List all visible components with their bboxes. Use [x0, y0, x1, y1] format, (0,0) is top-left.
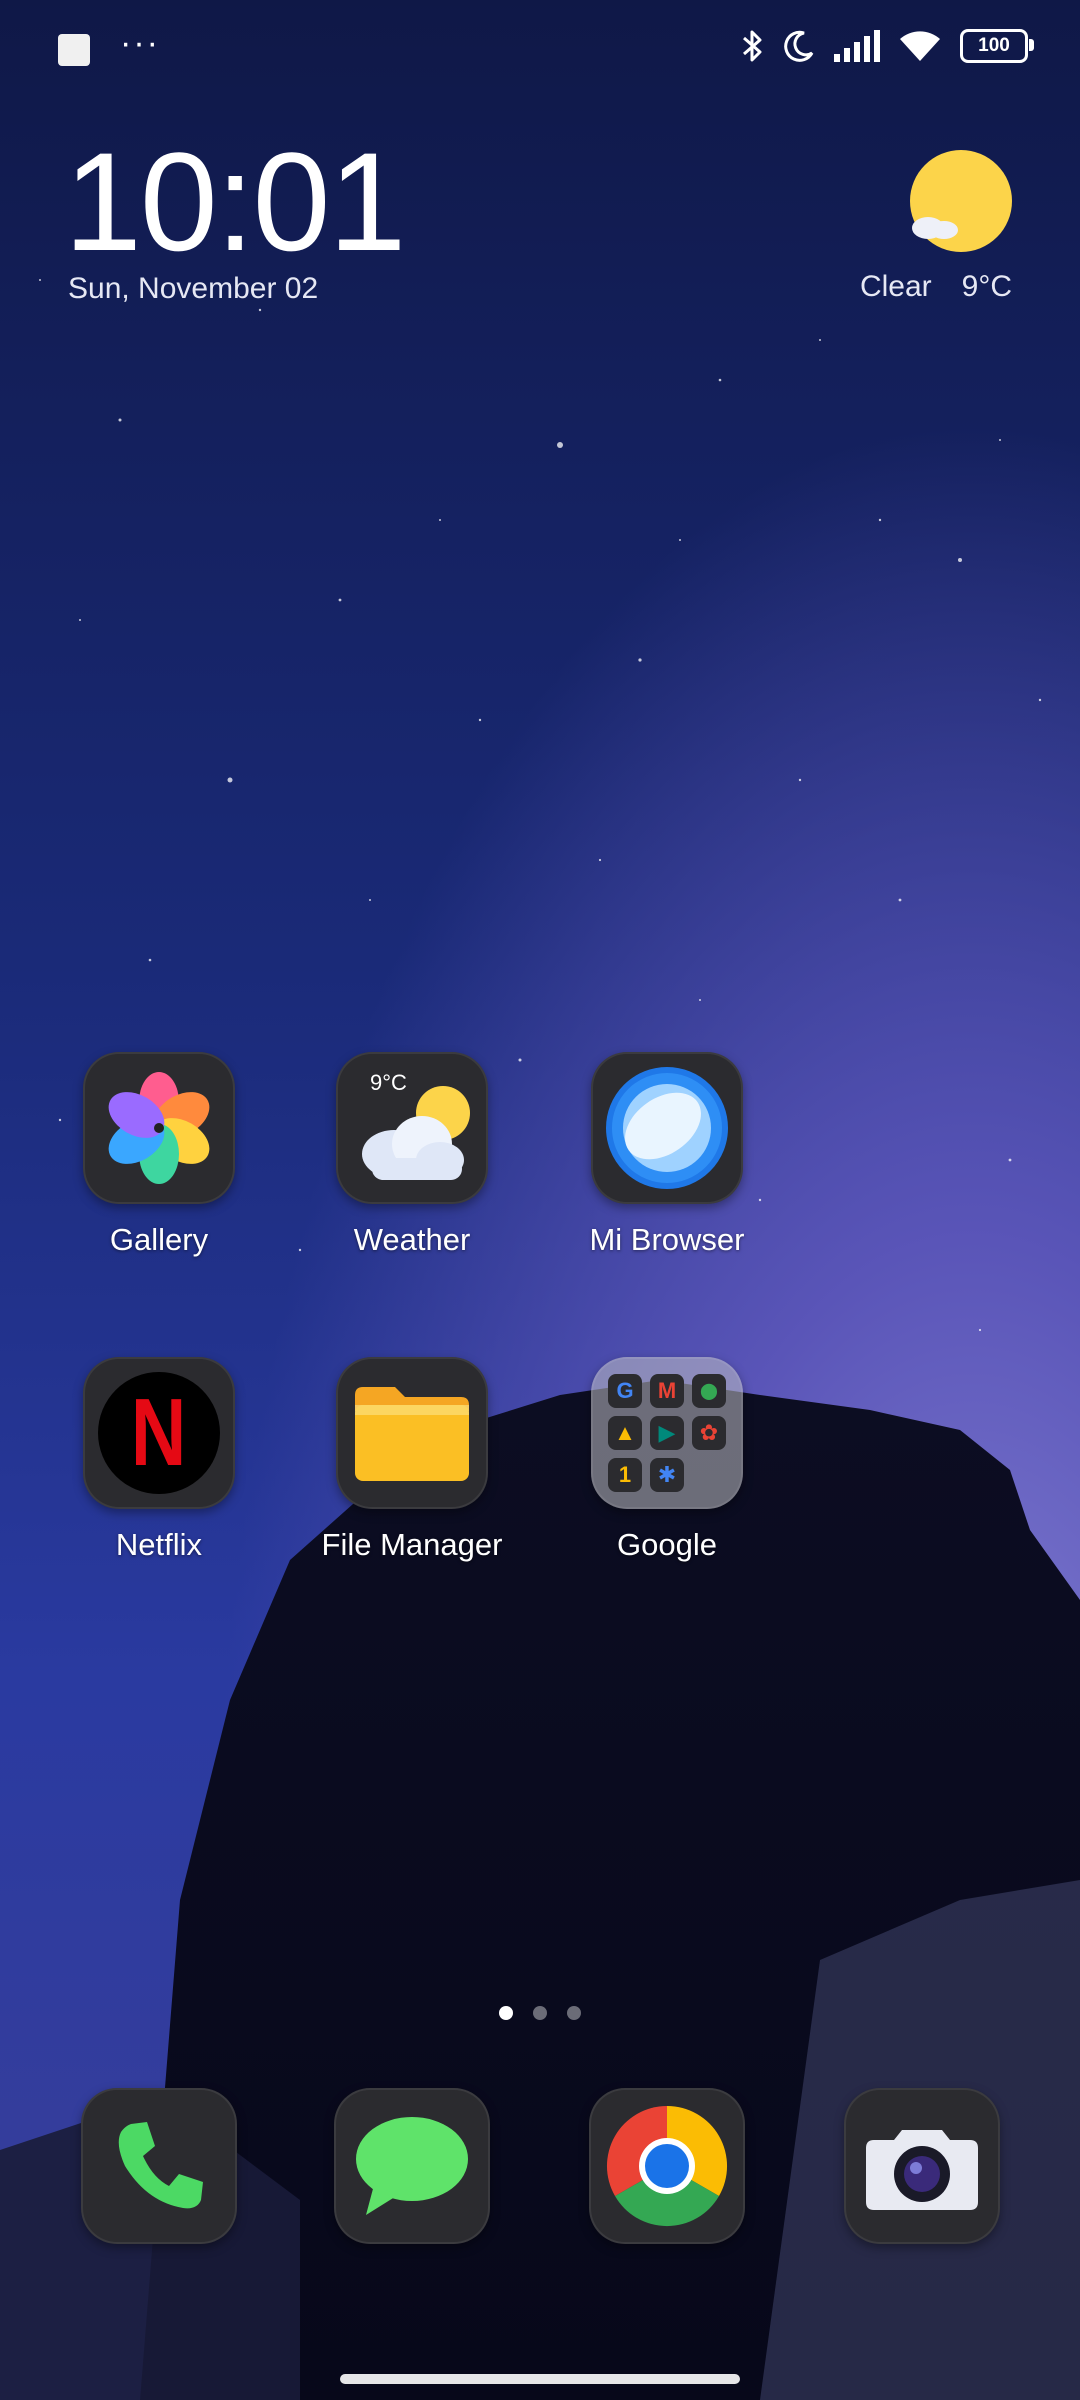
netflix-glyph: N [131, 1379, 187, 1486]
app-weather[interactable]: 9°C Weather [292, 1052, 532, 1258]
app-label: Netflix [115, 1527, 203, 1562]
app-gallery[interactable]: Gallery [39, 1052, 279, 1258]
app-label: Gallery [109, 1222, 209, 1257]
one-icon: 1 [608, 1458, 642, 1492]
weather-cloud-sun-icon: 9°C [336, 1052, 488, 1204]
folder-icon [336, 1357, 488, 1509]
weather-icon-badge: 9°C [370, 1070, 407, 1095]
more-dots-icon: ··· [120, 24, 160, 62]
app-label: Mi Browser [589, 1222, 745, 1257]
app-mi-browser[interactable]: Mi Browser [547, 1052, 787, 1258]
dock-chrome[interactable] [589, 2088, 745, 2244]
moon-icon [784, 30, 814, 62]
wifi-icon [900, 31, 940, 61]
drive-icon: ▲ [608, 1416, 642, 1450]
app-label: File Manager [321, 1527, 503, 1562]
app-label: Google [617, 1527, 717, 1562]
gallery-pinwheel-icon [83, 1052, 235, 1204]
dock-phone[interactable] [81, 2088, 237, 2244]
weather-condition: Clear [859, 270, 932, 303]
dock-messages[interactable] [334, 2088, 490, 2244]
browser-planet-icon [591, 1052, 743, 1204]
notification-square-icon [58, 34, 90, 66]
gmail-icon: M [650, 1374, 684, 1408]
battery-level: 100 [978, 35, 1010, 56]
app-file-manager[interactable]: File Manager [292, 1357, 532, 1563]
bluetooth-icon [743, 30, 762, 62]
clock-time[interactable]: 10:01 [64, 132, 406, 272]
app-label: Weather [353, 1222, 471, 1257]
photos-icon: ✿ [692, 1416, 726, 1450]
weather-cloud-icon [912, 217, 958, 239]
clock-date[interactable]: Sun, November 02 [68, 272, 318, 306]
battery-icon: 100 [960, 29, 1034, 63]
netflix-n-icon: N [83, 1357, 235, 1509]
phone-icon [81, 2088, 237, 2244]
weather-widget-text[interactable]: Clear 9°C [860, 270, 1012, 304]
message-bubble-icon [334, 2088, 490, 2244]
signal-icon [834, 30, 880, 62]
status-bar: ··· 100 [0, 0, 1080, 100]
page-indicator[interactable] [0, 2006, 1080, 2020]
app-google-folder[interactable]: G M ⬤ ▲ ▶ ✿ 1 ✱ Google [547, 1357, 787, 1563]
page-dot-2[interactable] [533, 2006, 547, 2020]
meet-icon: ▶ [650, 1416, 684, 1450]
assistant-icon: ✱ [650, 1458, 684, 1492]
app-netflix[interactable]: N Netflix [39, 1357, 279, 1563]
chrome-icon [589, 2088, 745, 2244]
google-folder-icon: G M ⬤ ▲ ▶ ✿ 1 ✱ [591, 1357, 743, 1509]
dock-camera[interactable] [844, 2088, 1000, 2244]
maps-icon: ⬤ [692, 1374, 726, 1408]
weather-temperature: 9°C [961, 270, 1012, 303]
camera-icon [844, 2088, 1000, 2244]
google-search-icon: G [608, 1374, 642, 1408]
page-dot-1[interactable] [499, 2006, 513, 2020]
page-dot-3[interactable] [567, 2006, 581, 2020]
home-gesture-bar[interactable] [340, 2374, 740, 2384]
